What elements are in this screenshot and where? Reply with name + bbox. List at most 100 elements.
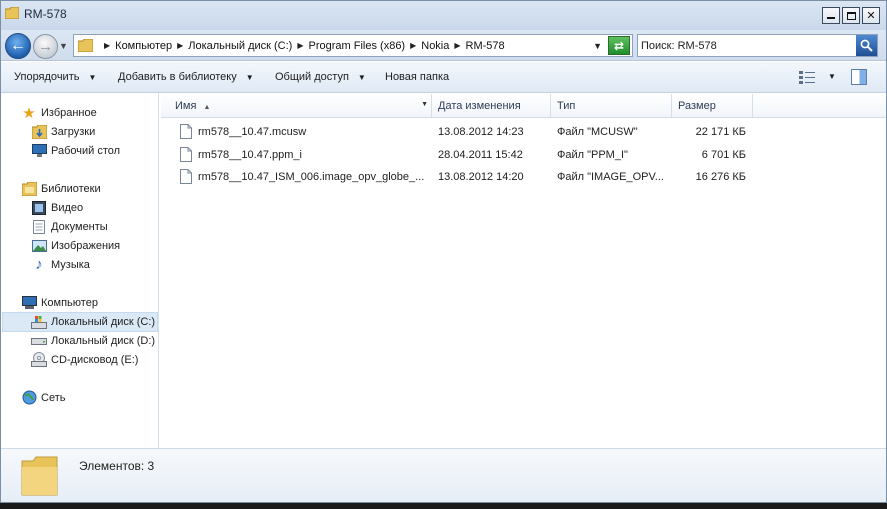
sidebar-label: Документы — [51, 220, 108, 233]
view-options-icon[interactable] — [799, 70, 815, 84]
breadcrumb-computer[interactable]: Компьютер — [115, 40, 172, 52]
preview-pane-button[interactable] — [851, 69, 867, 85]
sidebar-item-music[interactable]: ♪ Музыка — [31, 255, 90, 274]
network-icon — [21, 390, 37, 406]
sidebar-item-documents[interactable]: Документы — [31, 217, 108, 236]
minimize-button[interactable] — [822, 7, 840, 24]
file-name: rm578__10.47.mcusw — [198, 126, 307, 138]
cd-drive-icon — [31, 352, 47, 368]
sidebar-item-computer[interactable]: Компьютер — [21, 293, 98, 312]
title-bar[interactable]: RM-578 ✕ — [1, 1, 886, 30]
system-drive-icon — [31, 314, 47, 330]
file-date: 28.04.2011 15:42 — [438, 149, 523, 161]
forward-button[interactable]: → — [33, 34, 58, 59]
column-type[interactable]: Тип — [551, 94, 672, 117]
sidebar-label: Сеть — [41, 391, 66, 404]
add-to-library-button[interactable]: Добавить в библиотеку ▼ — [118, 71, 254, 83]
chevron-right-icon[interactable]: ▶ — [297, 41, 303, 50]
table-row[interactable]: rm578__10.47.mcusw 13.08.2012 14:23 Файл… — [161, 122, 886, 143]
sidebar-label: Видео — [51, 201, 84, 214]
chevron-down-icon: ▼ — [357, 73, 366, 82]
file-date: 13.08.2012 14:20 — [438, 171, 524, 183]
table-row[interactable]: rm578__10.47_ISM_006.image_opv_globe_...… — [161, 167, 886, 188]
breadcrumb: ▶ Компьютер ▶ Локальный диск (C:) ▶ Prog… — [99, 40, 505, 52]
sidebar-item-libraries[interactable]: Библиотеки — [21, 179, 101, 198]
minimize-icon — [827, 17, 835, 19]
libraries-icon — [21, 181, 37, 197]
arrow-left-icon: ← — [10, 37, 26, 54]
chevron-right-icon[interactable]: ▶ — [104, 41, 110, 50]
sidebar-label: Локальный диск (D:) — [51, 334, 156, 347]
sidebar-item-favorites[interactable]: ★ Избранное — [21, 103, 97, 122]
sort-ascending-icon: ▲ — [203, 104, 211, 111]
close-icon: ✕ — [866, 10, 876, 22]
file-name: rm578__10.47.ppm_i — [198, 149, 302, 161]
breadcrumb-program-files[interactable]: Program Files (x86) — [309, 40, 406, 52]
downloads-folder-icon — [31, 124, 47, 140]
column-filter-dropdown[interactable]: ▼ — [421, 101, 428, 108]
breadcrumb-disk-c[interactable]: Локальный диск (C:) — [188, 40, 292, 52]
search-button[interactable] — [856, 35, 877, 56]
column-name-label: Имя — [175, 100, 197, 112]
folder-icon — [21, 456, 58, 496]
sidebar-item-disk-d[interactable]: Локальный диск (D:) — [31, 331, 155, 350]
file-name: rm578__10.47_ISM_006.image_opv_globe_... — [198, 171, 425, 183]
background-strip — [0, 503, 887, 509]
arrow-right-icon: → — [38, 38, 53, 55]
chevron-right-icon[interactable]: ▶ — [410, 41, 416, 50]
address-bar[interactable]: ▶ Компьютер ▶ Локальный диск (C:) ▶ Prog… — [73, 34, 633, 57]
breadcrumb-nokia[interactable]: Nokia — [421, 40, 449, 52]
file-type: Файл "IMAGE_OPV... — [557, 171, 664, 183]
sidebar-item-disk-c[interactable]: Локальный диск (C:) — [31, 312, 155, 331]
close-button[interactable]: ✕ — [862, 7, 880, 24]
back-button[interactable]: ← — [5, 33, 31, 59]
images-icon — [31, 238, 47, 254]
file-size: 6 701 КБ — [701, 149, 746, 161]
navigation-pane: ★ Избранное Загрузки Рабочий стол Библио… — [1, 93, 159, 448]
file-type: Файл "MCUSW" — [557, 126, 638, 138]
organize-button[interactable]: Упорядочить ▼ — [14, 71, 96, 83]
organize-label: Упорядочить — [14, 71, 80, 83]
sidebar-item-cd-e[interactable]: CD-дисковод (E:) — [31, 350, 138, 369]
search-input[interactable] — [641, 37, 851, 54]
chevron-right-icon[interactable]: ▶ — [177, 41, 183, 50]
column-name[interactable]: Имя ▲ ▼ — [169, 94, 432, 117]
desktop-icon — [31, 143, 47, 159]
file-icon — [180, 124, 192, 139]
sidebar-label: Компьютер — [41, 296, 98, 309]
table-row[interactable]: rm578__10.47.ppm_i 28.04.2011 15:42 Файл… — [161, 145, 886, 166]
column-size[interactable]: Размер — [672, 94, 753, 117]
share-button[interactable]: Общий доступ ▼ — [275, 71, 366, 83]
sidebar-label: CD-дисковод (E:) — [51, 353, 139, 366]
address-history-dropdown[interactable]: ▼ — [593, 41, 602, 51]
sidebar-item-desktop[interactable]: Рабочий стол — [31, 141, 120, 160]
chevron-down-icon: ▼ — [88, 73, 97, 82]
view-options-dropdown[interactable]: ▼ — [828, 72, 836, 81]
sidebar-label: Библиотеки — [41, 182, 101, 195]
file-size: 16 276 КБ — [695, 171, 746, 183]
navigation-bar: ← → ▼ ▶ Компьютер ▶ Локальный диск (C:) … — [1, 30, 886, 61]
chevron-right-icon[interactable]: ▶ — [454, 41, 460, 50]
new-folder-button[interactable]: Новая папка — [385, 71, 449, 83]
column-date[interactable]: Дата изменения — [432, 94, 551, 117]
column-date-label: Дата изменения — [438, 100, 521, 112]
sidebar-label: Избранное — [41, 106, 97, 119]
file-icon — [180, 169, 192, 184]
sidebar-item-video[interactable]: Видео — [31, 198, 83, 217]
breadcrumb-rm578[interactable]: RM-578 — [466, 40, 505, 52]
explorer-window: RM-578 ✕ ← → ▼ ▶ Компьютер ▶ Локальный д… — [0, 0, 887, 503]
recent-pages-dropdown[interactable]: ▼ — [59, 41, 68, 51]
sidebar-item-network[interactable]: Сеть — [21, 388, 65, 407]
refresh-button[interactable]: ⇄ — [608, 36, 630, 55]
video-icon — [31, 200, 47, 216]
sidebar-label: Рабочий стол — [51, 144, 121, 157]
maximize-button[interactable] — [842, 7, 860, 24]
details-pane: Элементов: 3 — [1, 448, 886, 502]
sidebar-item-downloads[interactable]: Загрузки — [31, 122, 95, 141]
command-bar: Упорядочить ▼ Добавить в библиотеку ▼ Общи… — [1, 62, 886, 93]
search-box[interactable] — [637, 34, 878, 57]
star-icon: ★ — [22, 104, 36, 122]
sidebar-label: Загрузки — [51, 125, 96, 138]
file-list: Имя ▲ ▼ Дата изменения Тип Размер rm578__… — [161, 93, 886, 448]
sidebar-item-images[interactable]: Изображения — [31, 236, 120, 255]
